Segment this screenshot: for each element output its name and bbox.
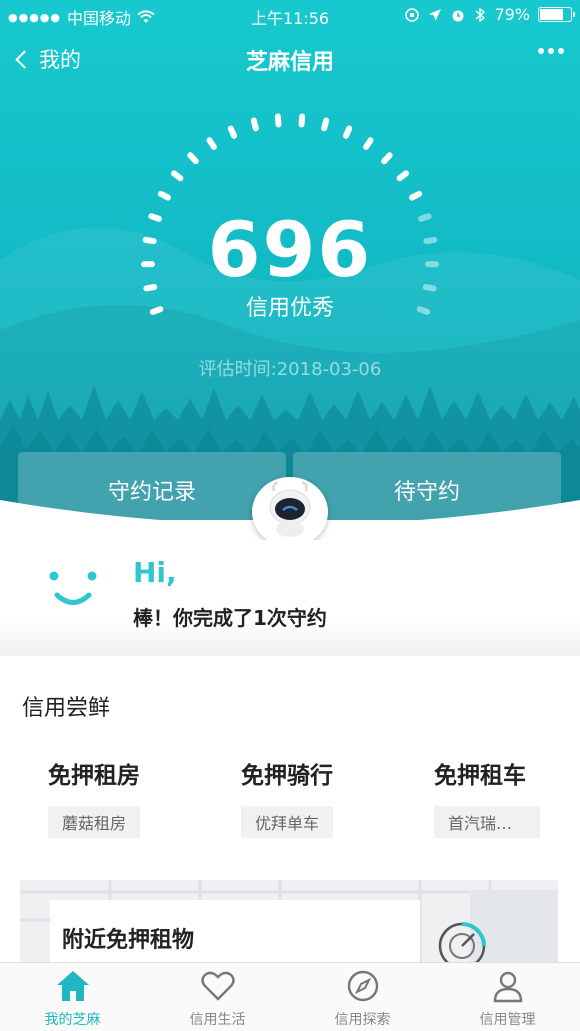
compass-icon bbox=[347, 970, 378, 1002]
more-options-button[interactable] bbox=[538, 48, 564, 54]
credit-score: 696 bbox=[207, 205, 373, 294]
card-rent-house[interactable]: 免押租房 蘑菇租房 bbox=[48, 756, 198, 842]
nearby-title: 附近免押租物 bbox=[62, 928, 195, 953]
gauge-tick bbox=[157, 190, 171, 201]
user-icon bbox=[493, 971, 522, 1003]
status-bar: ●●●●● 中国移动 上午11:56 79% bbox=[0, 0, 580, 30]
nearby-map-card[interactable]: 附近免押租物 bbox=[20, 880, 558, 962]
card-tag: 蘑菇租房 bbox=[48, 806, 141, 838]
more-dot-icon bbox=[538, 48, 544, 54]
tab-label: 信用管理 bbox=[479, 1012, 536, 1028]
card-title: 免押租房 bbox=[48, 763, 140, 789]
tab-label: 信用探索 bbox=[334, 1012, 391, 1028]
gauge-tick bbox=[363, 137, 374, 150]
card-tag: 优拜单车 bbox=[241, 806, 334, 838]
gauge-tick bbox=[171, 170, 184, 182]
home-icon bbox=[56, 971, 89, 1001]
orientation-lock-icon bbox=[405, 7, 420, 22]
battery-percent: 79% bbox=[494, 5, 530, 24]
bottom-tab-bar: 我的芝麻 信用生活 信用探索 信用管理 bbox=[0, 962, 580, 1031]
section-title: 信用尝鲜 bbox=[22, 696, 111, 721]
card-bike[interactable]: 免押骑行 优拜单车 bbox=[241, 756, 391, 842]
greeting-hi: Hi, bbox=[133, 556, 177, 589]
location-icon bbox=[429, 8, 442, 21]
section-divider bbox=[0, 648, 580, 656]
gauge-tick bbox=[227, 125, 238, 139]
tab-label: 我的芝麻 bbox=[44, 1012, 101, 1028]
more-dot-icon bbox=[548, 48, 554, 54]
robot-avatar[interactable] bbox=[252, 477, 328, 547]
robot-icon bbox=[269, 481, 311, 537]
bluetooth-icon bbox=[475, 7, 486, 22]
greeting-message: 棒！你完成了1次守约 bbox=[133, 606, 327, 630]
card-title: 免押骑行 bbox=[241, 763, 333, 789]
credit-grade: 信用优秀 bbox=[245, 296, 334, 321]
page-title: 芝麻信用 bbox=[245, 50, 334, 75]
smiley-icon bbox=[49, 571, 97, 605]
evaluation-date: 评估时间:2018-03-06 bbox=[198, 359, 382, 380]
card-tag: 首汽瑞卡租... bbox=[434, 806, 540, 838]
heart-icon bbox=[200, 971, 235, 1001]
gauge-tick bbox=[298, 113, 306, 128]
greeting-panel: Hi, 棒！你完成了1次守约 bbox=[0, 540, 580, 648]
gauge-tick bbox=[381, 152, 393, 165]
card-rent-car[interactable]: 免押租车 首汽瑞卡租... bbox=[434, 756, 580, 842]
gauge-tick bbox=[187, 152, 199, 165]
battery-icon bbox=[538, 7, 575, 22]
gauge-tick bbox=[396, 170, 409, 182]
gauge-tick bbox=[342, 125, 353, 139]
gauge-tick bbox=[206, 137, 217, 150]
gauge-tick bbox=[321, 117, 330, 132]
gauge-tick bbox=[409, 190, 423, 201]
alarm-icon bbox=[452, 10, 464, 21]
tab-credit-explore[interactable]: 信用探索 bbox=[290, 963, 435, 1031]
tab-label: 信用生活 bbox=[189, 1012, 246, 1028]
credit-hero: ●●●●● 中国移动 上午11:56 79% 我的 芝麻信用 696 信用优秀 … bbox=[0, 0, 580, 520]
tab-my-zhima[interactable]: 我的芝麻 bbox=[0, 963, 145, 1031]
radar-icon bbox=[438, 922, 486, 962]
more-dot-icon bbox=[558, 48, 564, 54]
card-title: 免押租车 bbox=[434, 763, 526, 789]
nav-bar: 我的 芝麻信用 bbox=[0, 38, 580, 82]
gauge-tick bbox=[274, 113, 282, 128]
gauge-tick bbox=[250, 117, 259, 132]
tab-credit-life[interactable]: 信用生活 bbox=[145, 963, 290, 1031]
tab-credit-manage[interactable]: 信用管理 bbox=[435, 963, 580, 1031]
